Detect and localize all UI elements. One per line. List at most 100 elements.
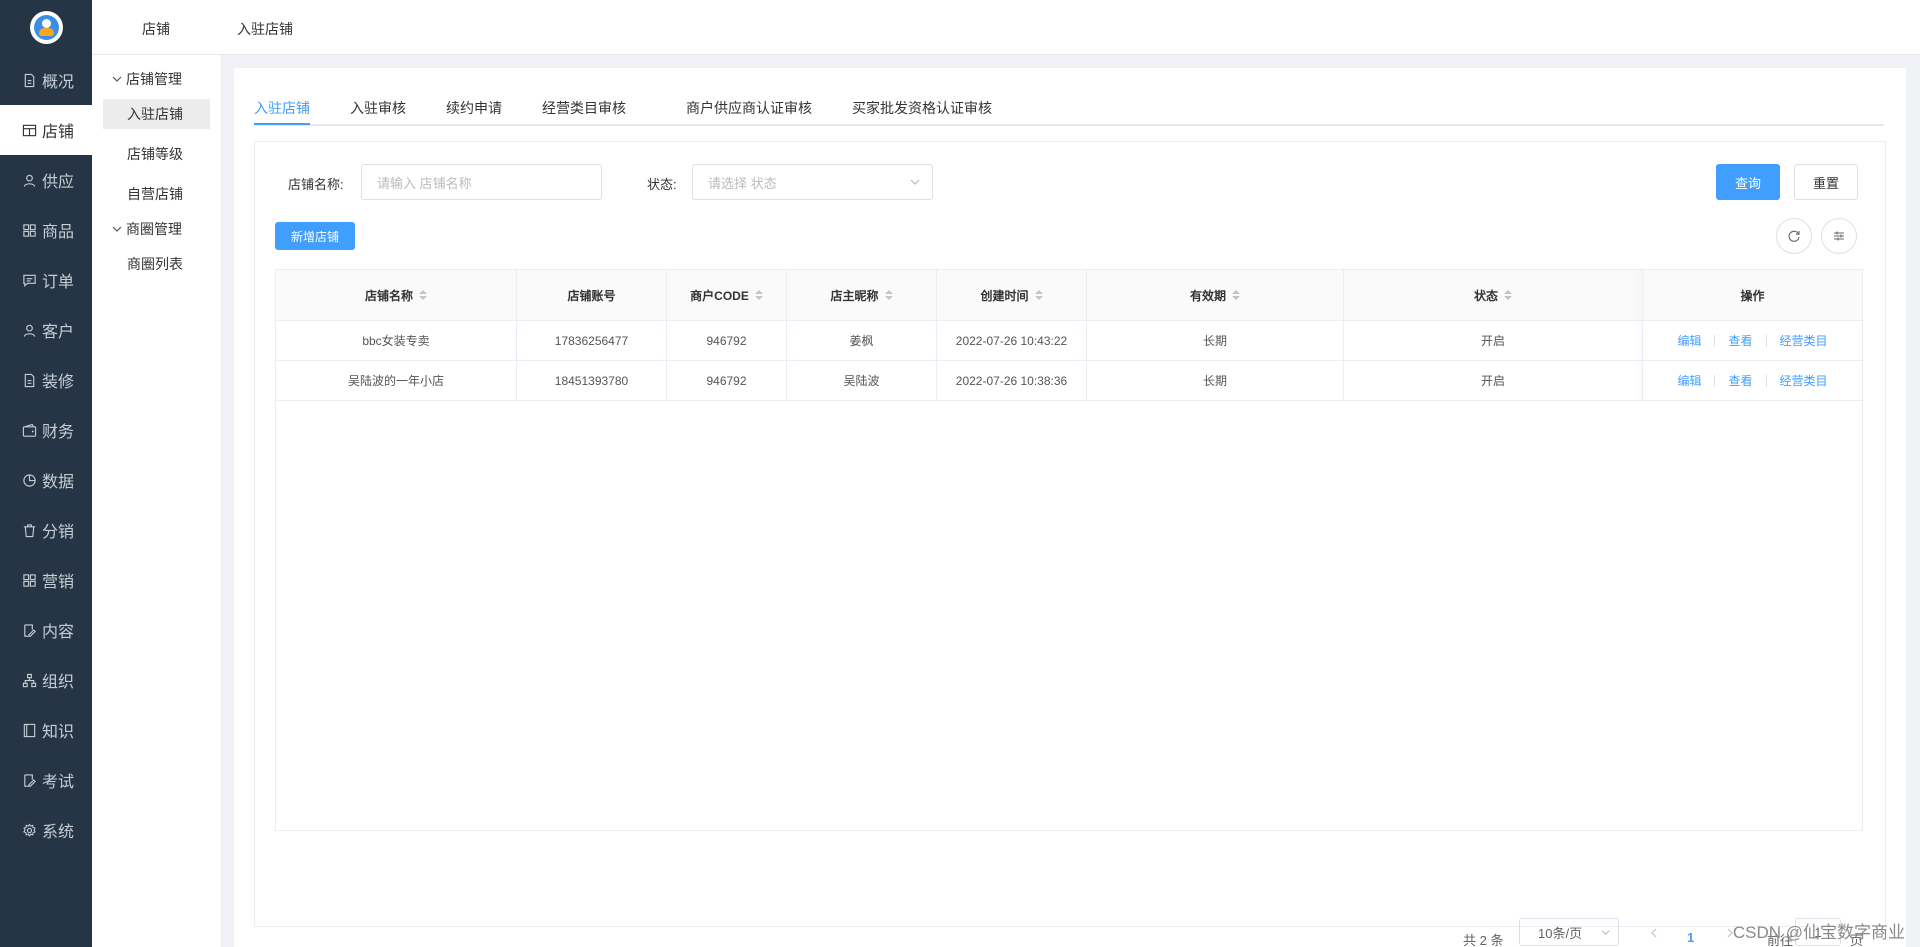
col-shop-account: 店铺账号 <box>517 270 667 320</box>
page-scrollbar[interactable] <box>1906 55 1920 947</box>
nav-item-9[interactable]: 分销 <box>0 505 92 555</box>
tab-wholesale-auth[interactable]: 买家批发资格认证审核 <box>852 98 992 118</box>
page-size-value: 10条/页 <box>1538 925 1583 941</box>
nav-item-14[interactable]: 考试 <box>0 755 92 805</box>
nav-item-15[interactable]: 系统 <box>0 805 92 855</box>
prev-page-icon[interactable] <box>1647 926 1661 940</box>
nav-item-12[interactable]: 组织 <box>0 655 92 705</box>
submenu-group-label: 商圈管理 <box>126 221 182 237</box>
status-select[interactable]: 请选择 状态 <box>692 164 933 200</box>
tab-renewal[interactable]: 续约申请 <box>446 98 502 118</box>
nav-item-4[interactable]: 订单 <box>0 255 92 305</box>
table-row: bbc女装专卖 17836256477 946792 姜枫 2022-07-26 10:… <box>276 321 1862 361</box>
col-shop-name[interactable]: 店铺名称 <box>276 270 517 320</box>
query-button[interactable]: 查询 <box>1716 164 1780 200</box>
nav-item-11[interactable]: 内容 <box>0 605 92 655</box>
category-link[interactable]: 经营类目 <box>1780 372 1828 389</box>
nav-item-label: 组织 <box>42 674 75 691</box>
list-panel: 店铺名称: 请输入 店铺名称 状态: 请选择 状态 查询 重置 新增店铺 店铺名… <box>254 141 1886 947</box>
top-tab-settled-shop[interactable]: 入驻店铺 <box>237 19 293 39</box>
action-divider <box>1765 334 1767 347</box>
pager-total: 共 2 条 <box>1463 933 1504 947</box>
user-icon <box>21 322 37 338</box>
tab-settle-review[interactable]: 入驻审核 <box>350 98 406 118</box>
reset-button[interactable]: 重置 <box>1794 164 1858 200</box>
nav-item-7[interactable]: 财务 <box>0 405 92 455</box>
table-header: 店铺名称 店铺账号 商户CODE 店主昵称 创建时间 有效期 状态 操作 <box>276 270 1862 321</box>
chevron-down-icon <box>112 76 122 82</box>
sort-icon[interactable] <box>419 290 427 300</box>
edit-link[interactable]: 编辑 <box>1677 372 1701 389</box>
edit-icon <box>21 772 37 788</box>
sort-icon[interactable] <box>754 290 763 300</box>
nav-item-label: 营销 <box>42 574 75 591</box>
cell-created: 2022-07-26 10:43:22 <box>937 321 1087 360</box>
view-link[interactable]: 查看 <box>1728 332 1752 349</box>
status-placeholder: 请选择 状态 <box>708 175 777 191</box>
col-merchant-code[interactable]: 商户CODE <box>667 270 787 320</box>
nav-item-5[interactable]: 客户 <box>0 305 92 355</box>
shop-table: 店铺名称 店铺账号 商户CODE 店主昵称 创建时间 有效期 状态 操作 bbc… <box>275 269 1863 831</box>
view-link[interactable]: 查看 <box>1728 372 1752 389</box>
nav-item-13[interactable]: 知识 <box>0 705 92 755</box>
add-shop-button[interactable]: 新增店铺 <box>275 222 355 250</box>
refresh-button[interactable] <box>1776 218 1812 254</box>
column-settings-button[interactable] <box>1821 218 1857 254</box>
cell-owner: 吴陆波 <box>787 361 937 400</box>
sort-icon[interactable] <box>1504 290 1512 300</box>
cell-account: 17836256477 <box>517 321 667 360</box>
fixed-column-shadow <box>1642 270 1643 401</box>
nav-item-2[interactable]: 供应 <box>0 155 92 205</box>
chevron-down-icon <box>112 226 122 232</box>
submenu-item-shop-level[interactable]: 店铺等级 <box>103 139 210 169</box>
cell-name: 吴陆波的一年小店 <box>276 361 517 400</box>
nav-item-6[interactable]: 装修 <box>0 355 92 405</box>
sort-icon[interactable] <box>1034 290 1043 300</box>
tab-settled-shop[interactable]: 入驻店铺 <box>254 98 310 118</box>
status-label: 状态: <box>647 177 677 192</box>
trash-icon <box>21 522 37 538</box>
col-validity[interactable]: 有效期 <box>1087 270 1344 320</box>
logo-icon <box>29 11 63 44</box>
nav-item-8[interactable]: 数据 <box>0 455 92 505</box>
col-status[interactable]: 状态 <box>1344 270 1643 320</box>
logo <box>0 0 92 55</box>
submenu-group-shop-management[interactable]: 店铺管理 <box>92 59 221 99</box>
nav-item-label: 商品 <box>42 224 75 241</box>
store-icon <box>21 122 37 138</box>
nav-item-3[interactable]: 商品 <box>0 205 92 255</box>
nav-item-label: 供应 <box>42 174 75 191</box>
col-owner-nickname[interactable]: 店主昵称 <box>787 270 937 320</box>
nav-item-0[interactable]: 概况 <box>0 55 92 105</box>
shop-name-placeholder: 请输入 店铺名称 <box>377 175 472 191</box>
watermark: CSDN @仙宝数字商业 <box>1732 923 1905 942</box>
grid-icon <box>21 572 37 588</box>
submenu-item-circle-list[interactable]: 商圈列表 <box>103 249 210 279</box>
submenu-item-settled-shop[interactable]: 入驻店铺 <box>103 99 210 129</box>
sort-icon[interactable] <box>884 290 893 300</box>
grid-icon <box>21 222 37 238</box>
nav-item-label: 财务 <box>42 424 75 441</box>
nav-item-1[interactable]: 店铺 <box>0 105 92 155</box>
edit-link[interactable]: 编辑 <box>1677 332 1701 349</box>
chevron-down-icon <box>1601 930 1610 936</box>
sort-icon[interactable] <box>1232 290 1240 300</box>
cell-actions: 编辑 查看 经营类目 <box>1643 321 1862 360</box>
submenu-group-business-circle[interactable]: 商圈管理 <box>92 209 221 249</box>
nav-item-label: 店铺 <box>42 124 75 141</box>
nav-item-10[interactable]: 营销 <box>0 555 92 605</box>
col-created-time[interactable]: 创建时间 <box>937 270 1087 320</box>
category-link[interactable]: 经营类目 <box>1780 332 1828 349</box>
nav-item-label: 系统 <box>42 824 75 841</box>
cell-actions: 编辑 查看 经营类目 <box>1643 361 1862 400</box>
page-number-current[interactable]: 1 <box>1687 930 1694 945</box>
shop-name-label: 店铺名称: <box>288 177 344 192</box>
nav-item-label: 考试 <box>42 774 75 791</box>
top-tab-shop[interactable]: 店铺 <box>142 19 170 39</box>
tab-category-review[interactable]: 经营类目审核 <box>542 98 626 118</box>
secondary-menu: 店铺管理 入驻店铺 店铺等级 自营店铺 商圈管理 商圈列表 <box>92 55 222 947</box>
submenu-item-self-shop[interactable]: 自营店铺 <box>103 179 210 209</box>
shop-name-input[interactable]: 请输入 店铺名称 <box>361 164 602 200</box>
tab-supplier-auth[interactable]: 商户供应商认证审核 <box>686 98 812 118</box>
page-size-select[interactable]: 10条/页 <box>1519 918 1619 946</box>
